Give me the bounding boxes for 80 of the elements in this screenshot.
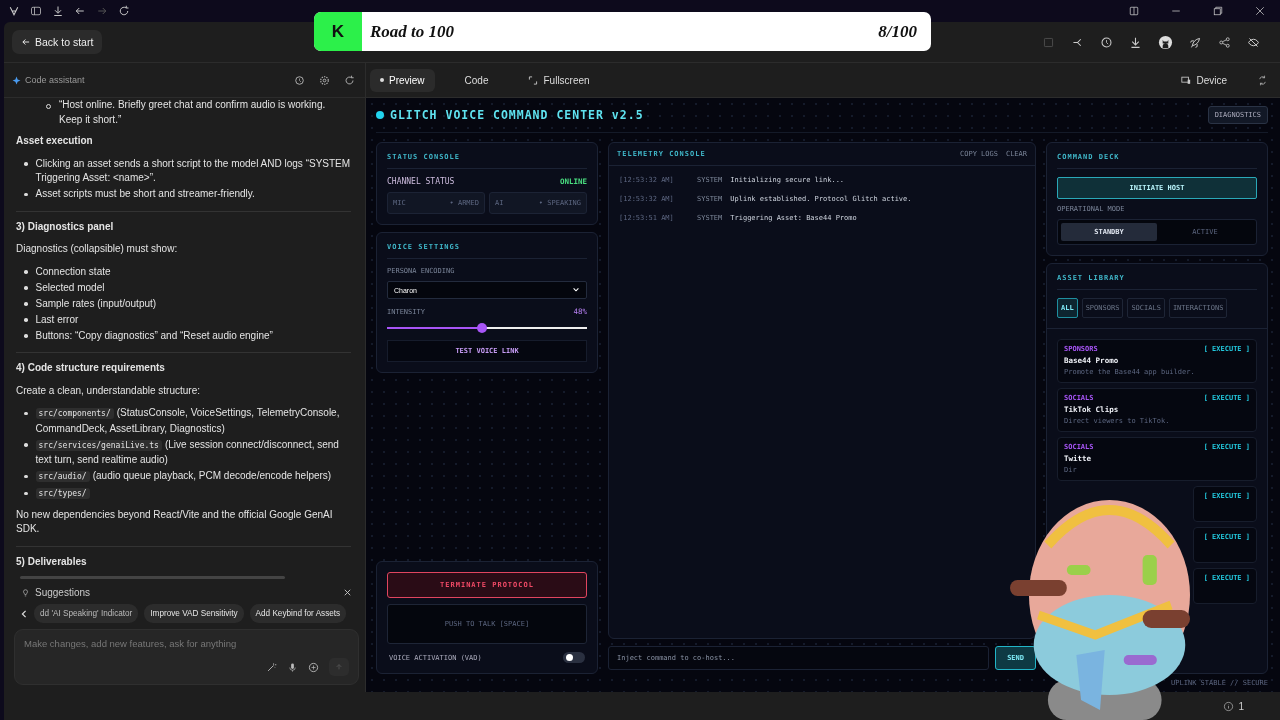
banner-title: Road to 100	[370, 21, 455, 42]
download-icon[interactable]	[1129, 35, 1142, 49]
arrow-up-icon	[335, 663, 343, 671]
bulb-icon	[20, 587, 31, 598]
reload-icon[interactable]	[118, 5, 130, 17]
list-item-text: Asset scripts must be short and streamer-friendly.	[35, 187, 256, 201]
preview-tab[interactable]: Preview	[370, 68, 435, 92]
paragraph: Diagnostics (collapsible) must show:	[16, 242, 179, 256]
section-heading: 3) Diagnostics panel	[16, 219, 115, 234]
settings-icon[interactable]	[319, 74, 330, 86]
bullet-icon	[24, 334, 28, 338]
cat-logo-icon[interactable]	[1158, 34, 1173, 50]
list-item-text: Selected model	[35, 280, 106, 295]
arrow-left-icon	[21, 37, 31, 47]
magic-wand-icon[interactable]	[266, 661, 277, 673]
sidebar-icon[interactable]	[30, 5, 42, 17]
suggestion-chip[interactable]: Add Keybind for Assets	[249, 604, 347, 623]
refresh-icon[interactable]	[344, 74, 355, 86]
bullet-icon	[24, 411, 28, 415]
history-icon[interactable]	[294, 74, 305, 86]
bullet-icon	[24, 302, 28, 306]
vad-toggle[interactable]	[563, 652, 585, 663]
app-logo-icon[interactable]	[8, 5, 20, 17]
list-item-text: Connection state	[35, 264, 112, 279]
badge-letter: K	[314, 12, 362, 51]
intensity-slider[interactable]	[387, 322, 587, 334]
suggestion-chip[interactable]: dd 'AI Speaking' Indicator	[34, 604, 139, 623]
list-item-text: Sample rates (input/output)	[35, 296, 158, 311]
bullet-icon	[24, 491, 28, 495]
app-title: GLITCH VOICE COMMAND CENTER v2.5	[390, 108, 644, 122]
channel-status-label: CHANNEL STATUS	[387, 177, 455, 186]
suggestions-title: Suggestions	[35, 587, 91, 598]
download-icon[interactable]	[52, 5, 64, 17]
list-item-text: Clicking an asset sends a short script to the model AND logs “SYSTEM Triggering Asset: <name>”.	[35, 156, 351, 185]
section-heading: Asset execution	[16, 134, 94, 148]
preview-tab[interactable]: Code	[454, 68, 499, 92]
section-heading: 5) Deliverables	[16, 554, 88, 569]
bullet-icon	[24, 318, 28, 322]
list-item-text: “Host online. Briefly greet chat and confirm audio is working. Keep it short.”	[59, 98, 327, 127]
close-icon[interactable]	[1254, 5, 1266, 17]
panel-title: Code assistant	[25, 75, 85, 85]
rocket-icon[interactable]	[1189, 35, 1202, 49]
notification-count: 1	[1238, 700, 1244, 712]
back-button[interactable]: Back to start	[12, 30, 103, 54]
bullet-icon	[24, 162, 28, 166]
share-icon[interactable]	[1218, 35, 1231, 49]
split-view-icon[interactable]	[1128, 5, 1140, 17]
list-item-text: src/audio/ (audio queue playback, PCM decode/encode helpers)	[35, 469, 351, 485]
bullet-icon	[24, 443, 28, 447]
suggestion-chip[interactable]: Improve VAD Sensitivity	[144, 604, 244, 623]
list-item-text: src/services/genaiLive.ts (Live session connect/disconnect, send text turn, send realtime audio)	[35, 437, 340, 467]
info-icon[interactable]	[1223, 700, 1235, 712]
paragraph: Create a clean, understandable structure:	[16, 383, 201, 398]
add-icon[interactable]	[308, 661, 319, 673]
restore-icon[interactable]	[1212, 5, 1224, 17]
paragraph: No new dependencies beyond React/Vite and the official Google GenAI SDK.	[16, 507, 334, 536]
list-item-text: Buttons: “Copy diagnostics” and “Reset audio engine”	[35, 328, 274, 343]
status-dot-icon	[376, 111, 384, 119]
close-icon[interactable]	[342, 587, 353, 598]
device-button[interactable]: Device	[1171, 68, 1237, 92]
banner-count: 8/100	[878, 21, 917, 42]
devices-icon	[1181, 75, 1192, 85]
bullet-icon	[24, 286, 28, 290]
list-item-text: src/types/	[35, 486, 351, 502]
bullet-icon	[24, 270, 28, 274]
prompt-input[interactable]: Make changes, add new features, ask for anything	[14, 629, 359, 685]
history-icon[interactable]	[1100, 35, 1113, 49]
list-item-text: src/components/ (StatusConsole, VoiceSettings, TelemetryConsole, CommandDeck, AssetLibrary, Diagnostics)	[35, 406, 341, 436]
chevron-down-icon	[572, 286, 580, 294]
sparkle-icon	[12, 75, 21, 85]
hide-icon[interactable]	[1247, 35, 1260, 49]
microphone-icon[interactable]	[287, 661, 298, 673]
section-heading: 4) Code structure requirements	[16, 361, 166, 375]
chevron-left-icon[interactable]	[20, 609, 28, 618]
back-arrow-icon[interactable]	[74, 5, 86, 17]
list-item-text: Last error	[35, 312, 80, 327]
bullet-icon	[24, 192, 28, 196]
bullet-icon	[24, 474, 28, 478]
preview-tab[interactable]: Fullscreen	[518, 68, 600, 92]
expand-icon	[528, 75, 539, 85]
